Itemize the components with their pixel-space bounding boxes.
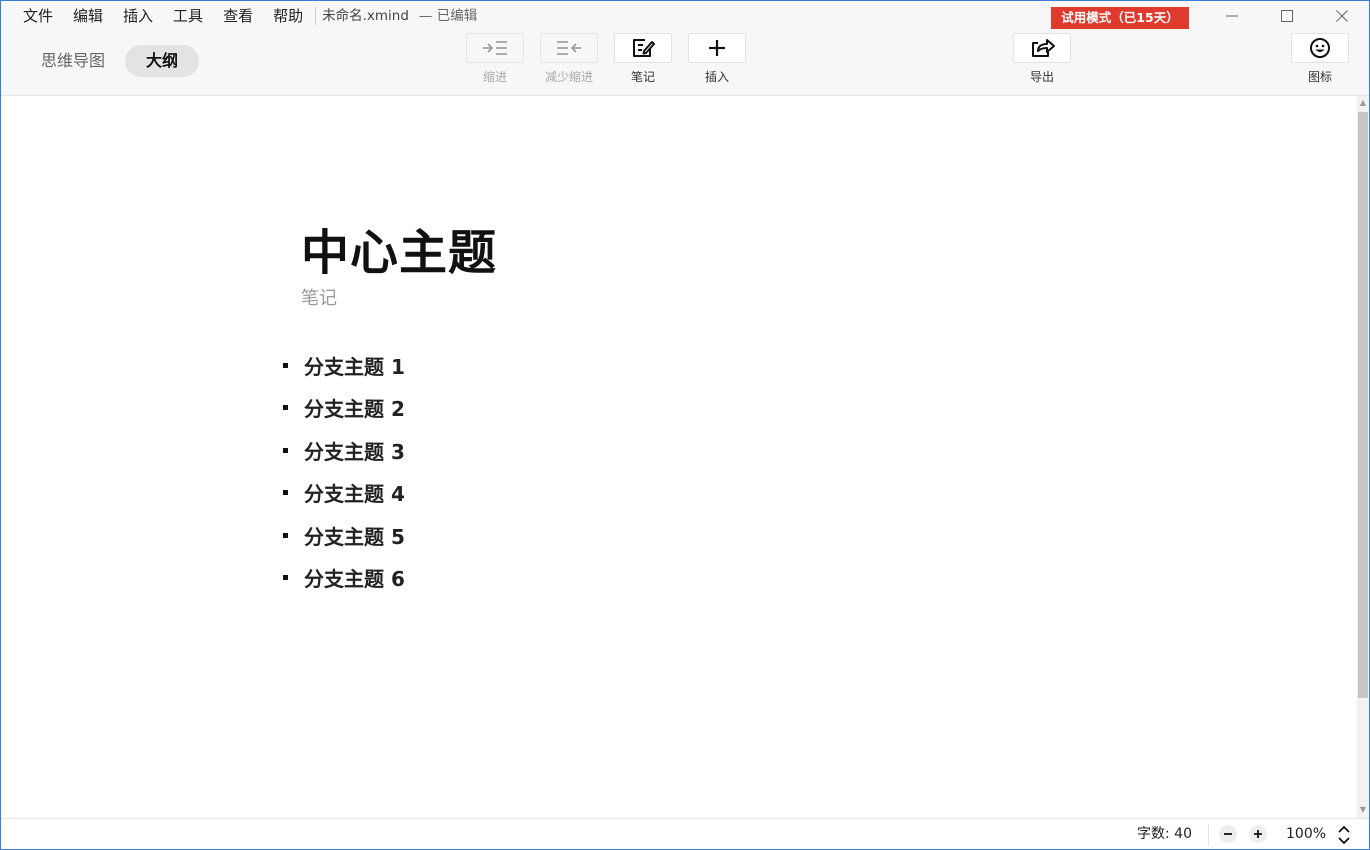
maximize-icon: [1281, 10, 1293, 22]
minimize-icon: [1226, 15, 1238, 17]
insert-button[interactable]: 插入: [687, 33, 747, 85]
menu-file[interactable]: 文件: [13, 1, 63, 31]
branch-topic[interactable]: 分支主题 3: [283, 429, 405, 472]
document-title: 未命名.xmind: [322, 8, 409, 24]
indent-icon: [483, 41, 507, 55]
outdent-icon: [557, 41, 581, 55]
close-icon: [1336, 10, 1348, 22]
branch-topic-label: 分支主题 5: [304, 524, 405, 549]
indent-label: 缩进: [482, 70, 507, 84]
branch-topic[interactable]: 分支主题 6: [283, 557, 405, 600]
tab-outline[interactable]: 大纲: [125, 45, 200, 77]
title-bar: 文件 编辑 插入 工具 查看 帮助 未命名.xmind — 已编辑 试用模式（已…: [1, 1, 1369, 31]
maximize-button[interactable]: [1260, 1, 1314, 31]
menu-tools[interactable]: 工具: [163, 1, 213, 31]
menu-bar: 文件 编辑 插入 工具 查看 帮助 未命名.xmind — 已编辑: [13, 1, 477, 31]
bullet: [283, 362, 288, 368]
export-button[interactable]: 导出: [1012, 33, 1072, 85]
close-button[interactable]: [1315, 1, 1369, 31]
outdent-button[interactable]: 减少缩进: [539, 33, 599, 85]
status-divider: [1208, 824, 1209, 846]
word-count: 字数: 40: [1137, 826, 1192, 842]
bullet: [283, 532, 288, 538]
menu-divider: [315, 7, 317, 25]
branch-topic-label: 分支主题 6: [304, 567, 405, 592]
icon-label: 图标: [1307, 70, 1332, 84]
branch-topic[interactable]: 分支主题 1: [283, 344, 405, 387]
central-topic[interactable]: 中心主题: [301, 222, 497, 284]
export-icon: [1032, 39, 1055, 57]
plus-icon: [709, 40, 725, 56]
indent-button[interactable]: 缩进: [465, 33, 525, 85]
status-bar: 字数: 40 100%: [1, 818, 1369, 849]
zoom-level[interactable]: 100%: [1286, 819, 1326, 849]
note-edit-icon: [633, 39, 655, 57]
menu-edit[interactable]: 编辑: [63, 1, 113, 31]
branch-topic-label: 分支主题 3: [304, 439, 405, 464]
insert-label: 插入: [704, 70, 729, 84]
outdent-label: 减少缩进: [544, 70, 593, 84]
minus-icon: [1224, 833, 1232, 835]
minimize-button[interactable]: [1205, 1, 1259, 31]
branch-topic[interactable]: 分支主题 2: [283, 387, 405, 430]
bullet: [283, 575, 288, 581]
menu-help[interactable]: 帮助: [263, 1, 313, 31]
document-status: — 已编辑: [418, 8, 478, 24]
zoom-out-button[interactable]: [1219, 825, 1237, 843]
branch-topic-label: 分支主题 2: [304, 397, 405, 422]
vertical-scrollbar[interactable]: ▲ ▼: [1357, 96, 1369, 818]
note-button[interactable]: 笔记: [613, 33, 673, 85]
app-window: 文件 编辑 插入 工具 查看 帮助 未命名.xmind — 已编辑 试用模式（已…: [0, 0, 1370, 850]
scrollbar-thumb[interactable]: [1358, 112, 1368, 698]
plus-icon: [1254, 830, 1262, 838]
menu-view[interactable]: 查看: [213, 1, 263, 31]
scroll-up-arrow-icon[interactable]: ▲: [1359, 99, 1367, 107]
bullet: [283, 447, 288, 453]
export-label: 导出: [1029, 70, 1054, 84]
branch-topic[interactable]: 分支主题 5: [283, 514, 405, 557]
branch-list: 分支主题 1 分支主题 2 分支主题 3 分支主题 4 分支主题 5 分支主题 …: [283, 344, 405, 599]
smiley-icon: [1310, 38, 1330, 58]
bullet: [283, 490, 288, 496]
trial-mode-badge[interactable]: 试用模式（已15天）: [1051, 7, 1189, 29]
menu-insert[interactable]: 插入: [113, 1, 163, 31]
branch-topic-label: 分支主题 1: [304, 354, 405, 379]
zoom-in-button[interactable]: [1249, 825, 1267, 843]
scroll-down-arrow-icon[interactable]: ▼: [1359, 806, 1367, 814]
tab-mindmap[interactable]: 思维导图: [27, 45, 119, 77]
note-label: 笔记: [630, 70, 655, 84]
bullet: [283, 405, 288, 411]
branch-topic[interactable]: 分支主题 4: [283, 472, 405, 515]
note-placeholder[interactable]: 笔记: [301, 284, 337, 310]
toolbar: 思维导图 大纲 缩进 减少缩进 笔记 插入 导出 图标: [1, 31, 1369, 96]
branch-topic-label: 分支主题 4: [304, 482, 405, 507]
outline-canvas: 中心主题 笔记 分支主题 1 分支主题 2 分支主题 3 分支主题 4 分支主题…: [1, 96, 1357, 818]
icon-button[interactable]: 图标: [1290, 33, 1350, 85]
view-switcher: 思维导图 大纲: [27, 45, 205, 77]
zoom-stepper-icon[interactable]: [1337, 825, 1351, 845]
